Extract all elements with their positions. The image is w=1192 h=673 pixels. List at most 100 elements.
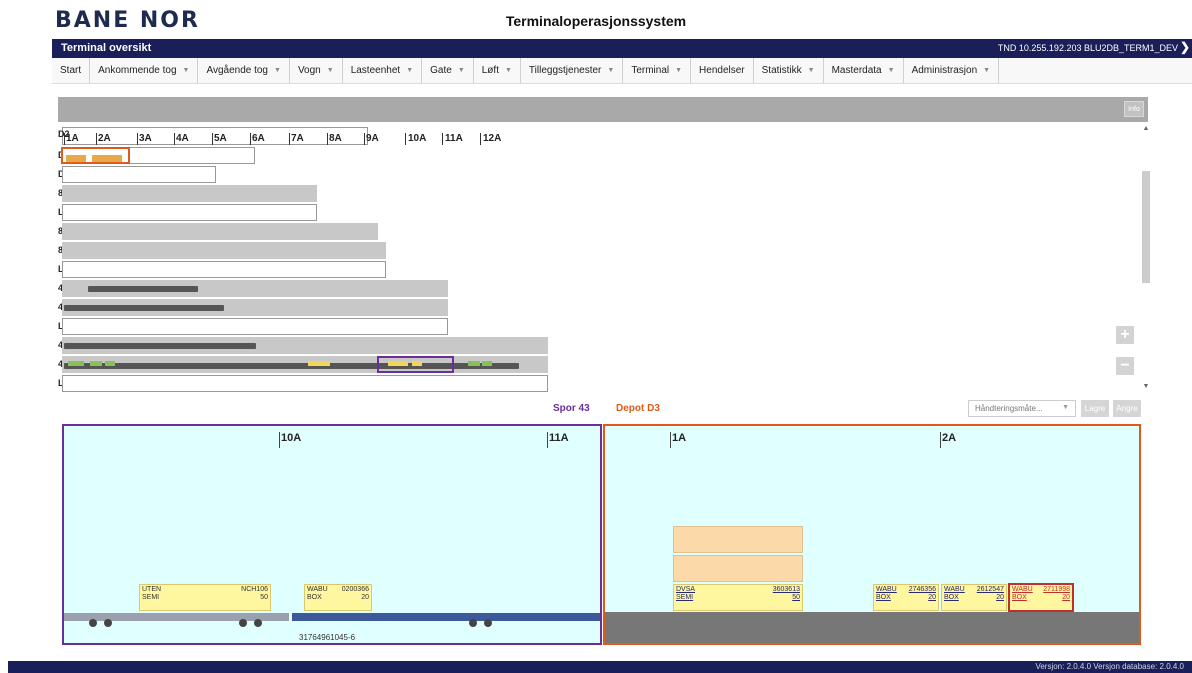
track-row-82: 82	[58, 222, 388, 240]
column-label: 4A	[176, 133, 189, 144]
selected-depot-highlight	[61, 147, 130, 164]
scroll-up-icon[interactable]: ▲	[1140, 125, 1152, 132]
track-row-l4: L4	[58, 317, 458, 335]
track-bar[interactable]	[62, 185, 317, 202]
chevron-down-icon: ▼	[504, 67, 512, 74]
menu-avgaende-tog[interactable]: Avgående tog ▼	[198, 58, 290, 83]
spor-label: Spor 43	[553, 403, 590, 414]
unit-marker[interactable]	[482, 361, 492, 366]
unit-marker[interactable]	[468, 361, 480, 366]
column-label: 2A	[98, 133, 111, 144]
column-label: 10A	[281, 432, 302, 444]
track-row-48: 48	[58, 279, 458, 297]
column-label: 8A	[329, 133, 342, 144]
track-bar[interactable]	[62, 261, 386, 278]
overview-scrollbar[interactable]: ▲ ▼	[1140, 125, 1152, 395]
page-title: Terminal oversikt	[61, 42, 152, 54]
column-label: 12A	[483, 133, 502, 144]
menu-lasteenhet[interactable]: Lasteenhet ▼	[343, 58, 423, 83]
menu-ankommende-tog[interactable]: Ankommende tog ▼	[90, 58, 199, 83]
chevron-down-icon: ▼	[607, 67, 615, 74]
version-info: Versjon: 2.0.4.0 Versjon database: 2.0.4…	[1035, 662, 1184, 671]
track-bar[interactable]	[62, 204, 317, 221]
track-row-81: 81	[58, 241, 388, 259]
menu-loft[interactable]: Løft ▼	[474, 58, 521, 83]
column-label: 1A	[672, 432, 687, 444]
exit-icon[interactable]: ❯	[1180, 40, 1190, 54]
chevron-down-icon: ▼	[675, 67, 683, 74]
menu-hendelser[interactable]: Hendelser	[691, 58, 754, 83]
chevron-down-icon: ▼	[406, 67, 414, 74]
wheel	[104, 619, 112, 627]
menu-administrasjon[interactable]: Administrasjon ▼	[904, 58, 1000, 83]
menu-tilleggstjenester[interactable]: Tilleggstjenester ▼	[521, 58, 624, 83]
track-row-44: 44	[58, 336, 558, 354]
column-label: 5A	[214, 133, 227, 144]
cargo-unit[interactable]: WABU 2612547 BOX 20	[941, 584, 1007, 611]
zoom-in-icon[interactable]: +	[1116, 326, 1134, 344]
scroll-thumb[interactable]	[1142, 171, 1150, 283]
cargo-unit[interactable]: UTEN NCH106 SEMI 50	[139, 584, 271, 611]
cargo-unit[interactable]: WABU 0200366 BOX 20	[304, 584, 372, 611]
depot-panel: 1A 2A DVSA 3603613 SEMI 50 WABU 2746356 BOX…	[603, 424, 1141, 645]
menu-vogn[interactable]: Vogn ▼	[290, 58, 343, 83]
terminal-overview: 1A 2A 3A 4A 5A 6A 7A 8A 9A 10A 11A 12A D…	[58, 125, 1154, 395]
stacked-unit[interactable]	[673, 526, 803, 553]
track-row-47: 47	[58, 298, 458, 316]
selected-cargo-unit[interactable]: WABU 2711998 BOX 20	[1008, 583, 1074, 612]
column-label: 6A	[252, 133, 265, 144]
track-bar[interactable]	[62, 223, 378, 240]
info-button[interactable]: Info	[1124, 101, 1144, 117]
column-label: 10A	[408, 133, 427, 144]
spor-panel: 10A 11A UTEN NCH106 SEMI 50 WABU 0200366 BO…	[62, 424, 602, 645]
cancel-button[interactable]: Angre	[1113, 400, 1141, 417]
wheel	[254, 619, 262, 627]
track-row-d4: D4	[58, 165, 258, 183]
chevron-down-icon: ▼	[182, 67, 190, 74]
depot-label: Depot D3	[616, 403, 660, 414]
track-bar[interactable]	[62, 242, 386, 259]
wheel	[239, 619, 247, 627]
chevron-down-icon: ▼	[887, 67, 895, 74]
save-button[interactable]: Lagre	[1081, 400, 1109, 417]
wagon-marker[interactable]	[64, 343, 256, 349]
chevron-down-icon: ▼	[274, 67, 281, 74]
column-header: 1A 2A 3A 4A 5A 6A 7A 8A 9A 10A 11A 12A D…	[58, 125, 538, 145]
track-bar[interactable]	[62, 166, 216, 183]
stacked-unit[interactable]	[673, 555, 803, 582]
menu-terminal[interactable]: Terminal ▼	[623, 58, 692, 83]
track-row-l3: L3	[58, 260, 388, 278]
wagon-graphic[interactable]	[292, 613, 600, 621]
cargo-unit[interactable]: DVSA 3603613 SEMI 50	[673, 584, 803, 611]
chevron-down-icon: ▼	[1062, 404, 1069, 411]
unit-marker[interactable]	[90, 361, 102, 366]
menu-gate[interactable]: Gate ▼	[422, 58, 474, 83]
track-bar[interactable]	[62, 318, 448, 335]
column-label: 7A	[291, 133, 304, 144]
menu-masterdata[interactable]: Masterdata ▼	[824, 58, 904, 83]
wagon-marker[interactable]	[64, 305, 224, 311]
unit-marker[interactable]	[105, 361, 115, 366]
cargo-unit[interactable]: WABU 2746356 BOX 20	[873, 584, 939, 611]
unit-marker[interactable]	[68, 361, 84, 366]
wheel	[89, 619, 97, 627]
column-label: 9A	[366, 133, 379, 144]
wagon-id: 31764961045-6	[299, 633, 356, 642]
track-bar[interactable]	[62, 375, 548, 392]
wheel	[484, 619, 492, 627]
track-row-83: 83	[58, 184, 358, 202]
menu-start[interactable]: Start	[52, 58, 91, 83]
zoom-out-icon[interactable]: −	[1116, 357, 1134, 375]
unit-marker[interactable]	[308, 361, 330, 366]
topbar: Terminal oversikt TND 10.255.192.203 BLU…	[52, 39, 1192, 58]
detail-toolbar: Spor 43 Depot D3 Håndteringsmåte... ▼ La…	[58, 398, 1148, 420]
handling-method-select[interactable]: Håndteringsmåte... ▼	[968, 400, 1076, 417]
menu-statistikk[interactable]: Statistikk ▼	[754, 58, 824, 83]
track-row-43: 43	[58, 355, 558, 373]
wagon-marker[interactable]	[88, 286, 198, 292]
depot-ground	[605, 612, 1139, 643]
chevron-down-icon: ▼	[807, 67, 815, 74]
track-label: D2	[58, 129, 70, 139]
selected-track-highlight	[377, 356, 454, 373]
scroll-down-icon[interactable]: ▼	[1140, 383, 1152, 390]
